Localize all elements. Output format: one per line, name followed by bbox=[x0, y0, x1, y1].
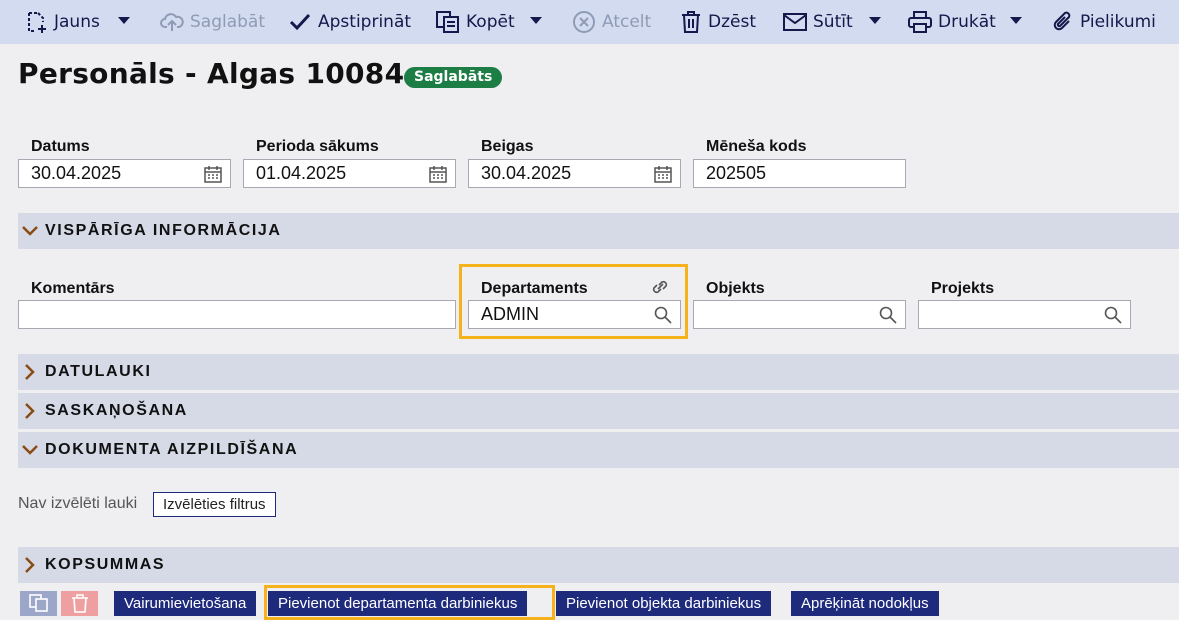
calendar-icon[interactable] bbox=[654, 165, 672, 183]
cloud-upload-icon bbox=[160, 13, 184, 31]
search-icon[interactable] bbox=[654, 306, 672, 324]
section-title: VISPĀRĪGA INFORMĀCIJA bbox=[45, 222, 282, 239]
send-button[interactable]: Sūtīt bbox=[783, 0, 853, 44]
new-label: Jauns bbox=[54, 12, 100, 32]
envelope-icon bbox=[783, 13, 807, 31]
search-icon[interactable] bbox=[1104, 306, 1122, 324]
new-button[interactable]: Jauns bbox=[26, 0, 100, 44]
new-document-icon bbox=[28, 12, 46, 33]
delete-row-button[interactable] bbox=[61, 591, 98, 616]
object-label: Objekts bbox=[706, 280, 765, 297]
new-dropdown-chevron-icon[interactable] bbox=[118, 17, 130, 24]
month-code-label: Mēneša kods bbox=[706, 138, 807, 155]
department-value: ADMIN bbox=[481, 304, 539, 324]
section-title: DATULAUKI bbox=[45, 363, 152, 380]
end-label: Beigas bbox=[481, 138, 534, 155]
trash-icon bbox=[72, 594, 88, 613]
send-dropdown-chevron-icon[interactable] bbox=[869, 17, 881, 24]
project-label: Projekts bbox=[931, 280, 995, 297]
chevron-right-icon bbox=[21, 402, 39, 420]
section-title: SASKAŅOŠANA bbox=[45, 402, 188, 419]
trash-icon bbox=[682, 11, 700, 33]
delete-button[interactable]: Dzēst bbox=[680, 0, 756, 44]
section-title: KOPSUMMAS bbox=[45, 556, 166, 573]
checkmark-icon bbox=[289, 13, 311, 31]
cancel-circle-x-icon bbox=[573, 11, 595, 33]
section-document-fill[interactable]: DOKUMENTA AIZPILDĪŠANA bbox=[18, 432, 1179, 468]
print-label: Drukāt bbox=[938, 12, 996, 32]
calendar-icon[interactable] bbox=[204, 165, 222, 183]
end-value: 30.04.2025 bbox=[481, 163, 572, 183]
date-label: Datums bbox=[31, 138, 90, 155]
chevron-down-icon bbox=[21, 441, 39, 459]
link-icon[interactable] bbox=[650, 278, 670, 296]
delete-label: Dzēst bbox=[708, 12, 756, 32]
section-title: DOKUMENTA AIZPILDĪŠANA bbox=[45, 441, 299, 458]
copy-dropdown-chevron-icon[interactable] bbox=[530, 17, 542, 24]
attachments-button[interactable]: Pielikumi bbox=[1052, 0, 1156, 44]
add-object-employees-button[interactable]: Pievienot objekta darbiniekus bbox=[556, 591, 772, 616]
department-field[interactable]: ADMIN bbox=[468, 300, 681, 329]
section-approval[interactable]: SASKAŅOŠANA bbox=[18, 393, 1179, 429]
print-button[interactable]: Drukāt bbox=[908, 0, 996, 44]
copy-icon bbox=[29, 594, 48, 612]
toolbar: Jauns Saglabāt Apstiprināt Kopēt Atcelt … bbox=[0, 0, 1179, 44]
object-field[interactable] bbox=[693, 300, 906, 329]
date-field[interactable]: 30.04.2025 bbox=[18, 159, 231, 188]
month-code-field[interactable]: 202505 bbox=[693, 159, 906, 188]
save-label: Saglabāt bbox=[190, 12, 266, 32]
month-code-value: 202505 bbox=[706, 163, 767, 183]
printer-icon bbox=[908, 11, 932, 33]
section-totals[interactable]: KOPSUMMAS bbox=[18, 547, 1179, 583]
copy-label: Kopēt bbox=[466, 12, 515, 32]
choose-filters-button[interactable]: Izvēlēties filtrus bbox=[153, 492, 276, 517]
save-button[interactable]: Saglabāt bbox=[160, 0, 265, 44]
copy-button[interactable]: Kopēt bbox=[436, 0, 515, 44]
chevron-right-icon bbox=[21, 556, 39, 574]
period-start-label: Perioda sākums bbox=[256, 138, 379, 155]
cancel-label: Atcelt bbox=[602, 12, 652, 32]
date-value: 30.04.2025 bbox=[31, 163, 122, 183]
period-start-value: 01.04.2025 bbox=[256, 163, 347, 183]
chevron-down-icon bbox=[21, 222, 39, 240]
search-icon[interactable] bbox=[879, 306, 897, 324]
print-dropdown-chevron-icon[interactable] bbox=[1010, 17, 1022, 24]
approve-button[interactable]: Apstiprināt bbox=[288, 0, 411, 44]
period-start-field[interactable]: 01.04.2025 bbox=[243, 159, 456, 188]
chevron-right-icon bbox=[21, 363, 39, 381]
no-fields-selected-text: Nav izvēlēti lauki bbox=[18, 495, 138, 512]
attachments-label: Pielikumi bbox=[1080, 12, 1156, 32]
end-field[interactable]: 30.04.2025 bbox=[468, 159, 681, 188]
copy-row-button[interactable] bbox=[20, 591, 57, 616]
section-general-info[interactable]: VISPĀRĪGA INFORMĀCIJA bbox=[18, 213, 1179, 249]
calculate-taxes-button[interactable]: Aprēķināt nodokļus bbox=[791, 591, 939, 616]
status-badge: Saglabāts bbox=[404, 67, 503, 88]
copy-icon bbox=[436, 11, 459, 33]
project-field[interactable] bbox=[918, 300, 1131, 329]
comment-field[interactable] bbox=[18, 300, 456, 329]
calendar-icon[interactable] bbox=[429, 165, 447, 183]
cancel-button[interactable]: Atcelt bbox=[572, 0, 651, 44]
add-department-employees-button[interactable]: Pievienot departamenta darbiniekus bbox=[268, 591, 528, 616]
paperclip-icon bbox=[1053, 11, 1071, 31]
page-title: Personāls - Algas 10084 bbox=[18, 57, 405, 90]
section-date-fields[interactable]: DATULAUKI bbox=[18, 354, 1179, 390]
approve-label: Apstiprināt bbox=[318, 12, 412, 32]
comment-label: Komentārs bbox=[31, 280, 115, 297]
bulk-insert-button[interactable]: Vairumievietošana bbox=[114, 591, 257, 616]
send-label: Sūtīt bbox=[813, 12, 853, 32]
department-label: Departaments bbox=[481, 280, 588, 297]
